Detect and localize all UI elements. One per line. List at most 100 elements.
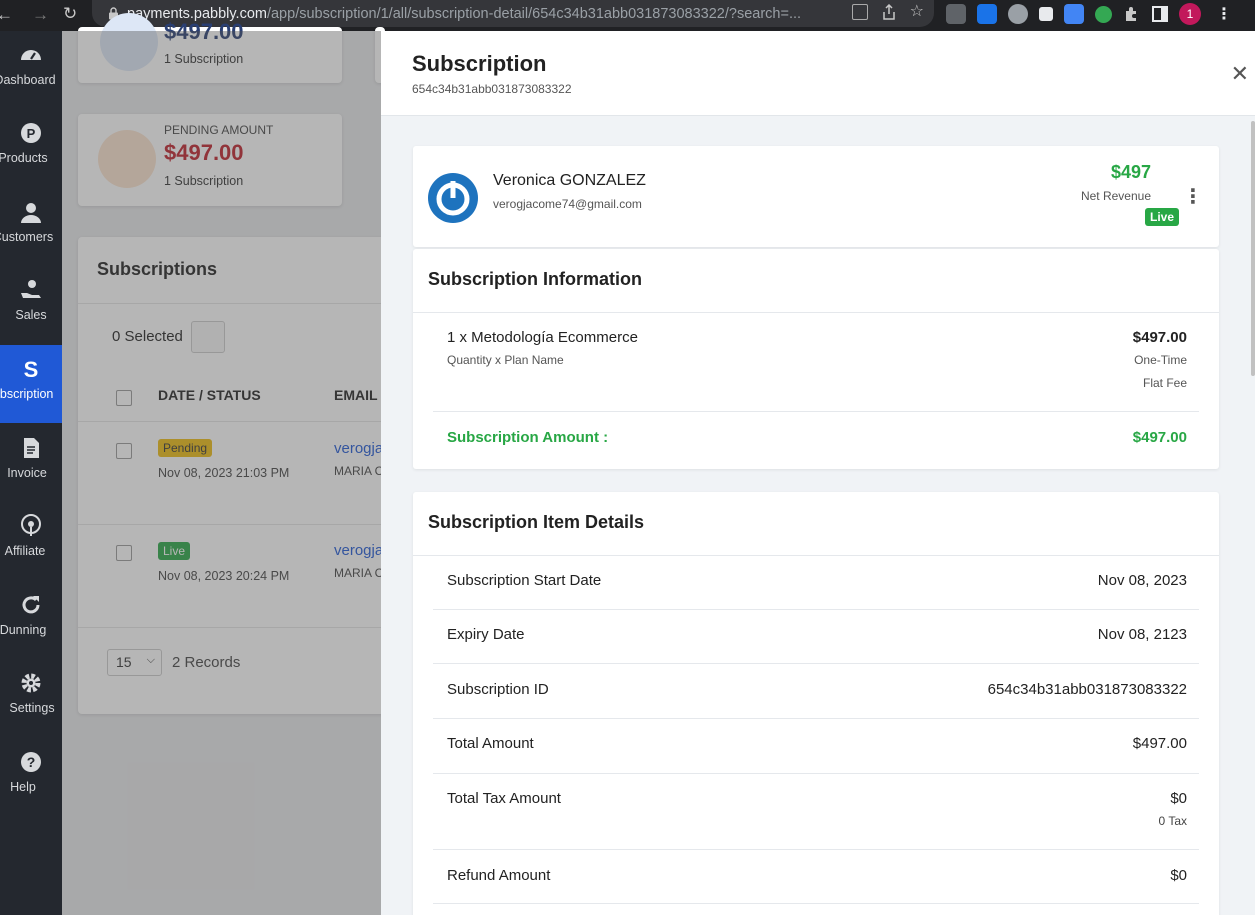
row-checkbox[interactable] (116, 545, 132, 561)
stat-card-total: $497.00 1 Subscription (78, 13, 342, 83)
stat-card-pending: PENDING AMOUNT $497.00 1 Subscription (78, 114, 342, 206)
detail-label: Total Tax Amount (447, 790, 561, 807)
customer-name: Veronica GONZALEZ (493, 172, 646, 189)
products-p-icon: P (21, 123, 41, 143)
row-email-link[interactable]: verogja (334, 542, 383, 559)
extension-blue-icon[interactable] (977, 4, 997, 24)
detail-value: $0 (1170, 790, 1187, 807)
fee-type: Flat Fee (1142, 376, 1187, 390)
sidepanel-icon[interactable] (1152, 6, 1168, 22)
col-date-status: DATE / STATUS (158, 387, 261, 403)
tax-count: 0 Tax (1158, 814, 1187, 828)
status-badge: Live (158, 542, 191, 560)
row-name: MARIA C (334, 566, 384, 580)
extensions-puzzle-icon[interactable] (1123, 5, 1141, 23)
row-date: Nov 08, 2023 21:03 PM (158, 466, 290, 480)
plan-price: $497.00 (1132, 329, 1187, 346)
subscription-s-icon: S (24, 357, 39, 381)
sidebar-item-settings[interactable]: Settings (0, 659, 62, 737)
plan-name: 1 x Metodología Ecommerce (447, 329, 638, 346)
status-badge: Pending (158, 439, 213, 457)
sidebar-item-subscription[interactable]: S Subscription (0, 345, 62, 423)
subscription-detail-panel: Subscription 654c34b31abb031873083322 ✕ … (381, 31, 1255, 915)
row-checkbox[interactable] (116, 443, 132, 459)
translate-icon[interactable] (851, 4, 868, 20)
profile-avatar[interactable]: 1 (1179, 3, 1201, 25)
detail-label: Total Amount (447, 735, 534, 752)
invoice-document-icon (24, 438, 39, 458)
sidebar-item-help[interactable]: ? Help (0, 738, 62, 816)
list-title: Subscriptions (97, 259, 218, 279)
detail-value: $0 (1170, 867, 1187, 884)
pending-count: 1 Subscription (164, 174, 244, 188)
customers-user-icon (21, 203, 41, 223)
pending-money-icon (98, 130, 156, 188)
detail-label: Expiry Date (447, 626, 525, 643)
records-count: 2 Records (172, 654, 241, 671)
panel-subscription-id: 654c34b31abb031873083322 (412, 82, 572, 96)
close-icon[interactable]: ✕ (1231, 61, 1249, 87)
section-title: Subscription Item Details (428, 512, 645, 532)
panel-scrollbar[interactable] (1251, 121, 1255, 376)
forward-icon[interactable]: → (32, 5, 49, 25)
sidebar-item-dunning[interactable]: Dunning (0, 581, 62, 659)
panel-title: Subscription (412, 51, 547, 76)
section-title: Subscription Information (428, 269, 642, 289)
extension-code-icon[interactable] (946, 4, 966, 24)
customer-card: Veronica GONZALEZ verogjacome74@gmail.co… (413, 146, 1219, 247)
net-revenue-amount: $497 (1110, 162, 1151, 182)
subscription-amount-label: Subscription Amount : (447, 429, 609, 446)
subscription-item-details-card: Subscription Item Details Subscription S… (413, 492, 1219, 915)
export-button[interactable] (191, 321, 225, 353)
sidebar-item-customers[interactable]: Customers (0, 188, 62, 266)
billing-cycle: One-Time (1134, 353, 1187, 367)
dashboard-gauge-icon (21, 50, 41, 60)
app-sidebar: Dashboard P Products Customers Sales S S… (0, 31, 62, 915)
sidebar-item-dashboard[interactable]: Dashboard (0, 31, 62, 109)
customer-avatar-icon (428, 173, 478, 223)
row-email-link[interactable]: verogja (334, 440, 383, 457)
subscriptions-list-card: Subscriptions 0 Selected DATE / STATUS E… (78, 237, 398, 714)
sidebar-item-invoice[interactable]: Invoice (0, 424, 62, 502)
status-badge: Live (1144, 208, 1179, 226)
page-size-select[interactable]: 15 ⌵ (107, 649, 162, 676)
sidebar-item-affiliate[interactable]: Affiliate (0, 502, 62, 580)
more-options-icon[interactable]: ⋮ (1183, 184, 1203, 209)
help-question-icon: ? (21, 752, 41, 772)
stat-amount: $497.00 (164, 19, 244, 44)
extension-compass-icon[interactable] (1008, 4, 1028, 24)
detail-label: Refund Amount (447, 867, 551, 884)
svg-text:P: P (27, 126, 36, 141)
subscription-amount-value: $497.00 (1132, 429, 1187, 446)
detail-label: Subscription ID (447, 681, 549, 698)
detail-value: Nov 08, 2023 (1097, 572, 1187, 589)
customer-email: verogjacome74@gmail.com (493, 197, 642, 211)
stat-count: 1 Subscription (164, 52, 244, 66)
extension-camera-icon[interactable] (1039, 7, 1053, 21)
pending-label: PENDING AMOUNT (164, 123, 274, 137)
subscription-information-card: Subscription Information 1 x Metodología… (413, 249, 1219, 469)
svg-text:?: ? (27, 754, 36, 770)
select-all-checkbox[interactable] (116, 390, 132, 406)
bookmark-star-icon[interactable]: ☆ (910, 4, 924, 20)
panel-header: Subscription 654c34b31abb031873083322 ✕ (381, 31, 1255, 116)
share-icon[interactable] (882, 4, 896, 20)
sales-hand-coin-icon (21, 280, 41, 298)
detail-label: Subscription Start Date (447, 572, 602, 589)
reload-icon[interactable]: ↻ (63, 4, 77, 24)
affiliate-broadcast-icon (21, 514, 41, 536)
browser-menu-icon[interactable]: ⋮ (1216, 4, 1232, 24)
svg-text:S: S (24, 357, 39, 381)
selected-count: 0 Selected (112, 328, 183, 345)
sidebar-item-products[interactable]: P Products (0, 109, 62, 187)
detail-value: $497.00 (1132, 735, 1187, 752)
back-icon[interactable]: ← (0, 5, 13, 25)
pending-amount: $497.00 (164, 140, 244, 165)
sidebar-item-sales[interactable]: Sales (0, 266, 62, 344)
dunning-refresh-icon (22, 596, 40, 614)
chevron-down-icon: ⌵ (146, 654, 155, 666)
extension-google-icon[interactable] (1064, 4, 1084, 24)
extension-plus-icon[interactable] (1095, 5, 1112, 23)
plan-caption: Quantity x Plan Name (447, 353, 564, 367)
row-name: MARIA C (334, 464, 384, 478)
